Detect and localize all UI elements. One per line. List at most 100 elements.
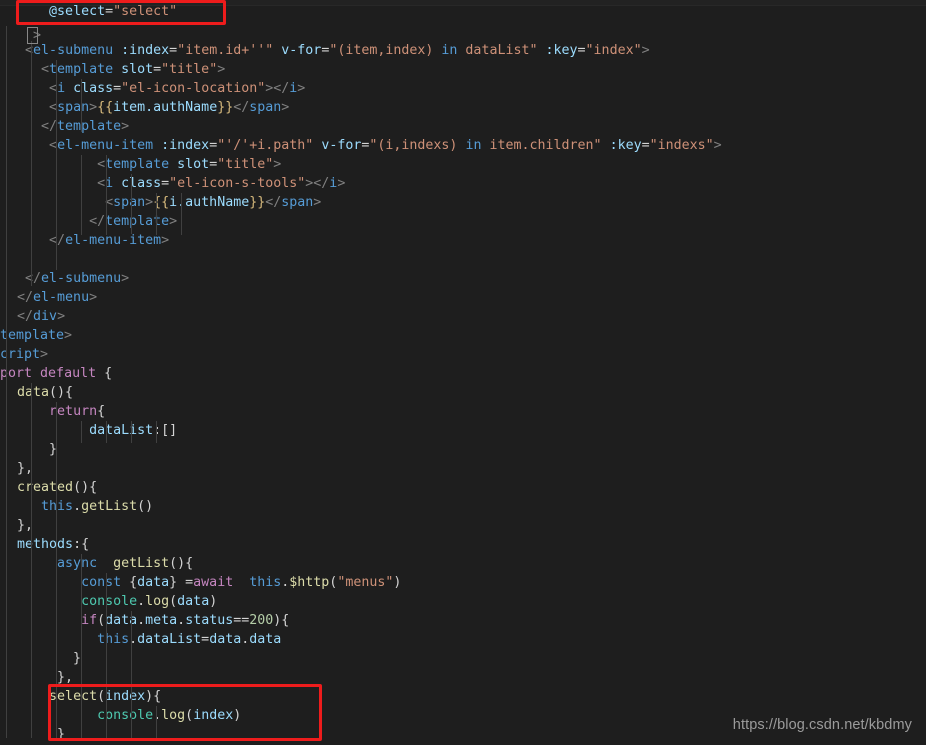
code-token: this bbox=[41, 499, 74, 514]
code-token: . bbox=[137, 613, 146, 628]
code-token: = bbox=[201, 632, 210, 647]
indent-guide bbox=[131, 611, 132, 738]
code-token: v-for bbox=[281, 43, 322, 58]
code-line: <i class="el-icon-location"></i> bbox=[0, 79, 926, 98]
indent-guide bbox=[106, 155, 107, 235]
code-text-area[interactable]: @select="select" > <el-submenu :index="i… bbox=[0, 0, 926, 745]
code-token: await bbox=[193, 575, 234, 590]
code-line: select(index){ bbox=[0, 687, 926, 706]
code-token: span bbox=[249, 100, 282, 115]
code-token: "indexs" bbox=[649, 138, 714, 153]
code-token: = bbox=[169, 43, 178, 58]
code-token: </ bbox=[89, 214, 106, 229]
code-token: getList bbox=[113, 556, 170, 571]
code-token: </ bbox=[265, 195, 282, 210]
code-line: </el-menu> bbox=[0, 288, 926, 307]
code-token: if bbox=[81, 613, 98, 628]
code-line: }, bbox=[0, 668, 926, 687]
code-line: const {data} =await this.$http("menus") bbox=[0, 573, 926, 592]
code-token: "index" bbox=[585, 43, 642, 58]
code-line: } bbox=[0, 649, 926, 668]
code-token: const bbox=[81, 575, 122, 590]
code-token: } bbox=[1, 651, 82, 666]
code-token: "select" bbox=[113, 4, 178, 19]
code-token: index bbox=[193, 708, 234, 723]
code-token: </ bbox=[49, 233, 66, 248]
code-token: class bbox=[121, 176, 162, 191]
code-token: span bbox=[113, 195, 146, 210]
code-token: item.authName bbox=[113, 100, 218, 115]
code-token: > bbox=[121, 119, 130, 134]
code-token: $http bbox=[289, 575, 330, 590]
code-token: :key bbox=[609, 138, 642, 153]
code-token: data bbox=[137, 575, 170, 590]
code-token: > bbox=[89, 290, 98, 305]
code-line: <span>{{item.authName}}</span> bbox=[0, 98, 926, 117]
code-token: } bbox=[1, 442, 58, 457]
code-line: <el-submenu :index="item.id+''" v-for="(… bbox=[0, 41, 926, 60]
code-line: <span>{{i.authName}}</span> bbox=[0, 193, 926, 212]
code-line: </div> bbox=[0, 307, 926, 326]
code-token: default bbox=[40, 366, 97, 381]
indent-guide bbox=[56, 60, 57, 270]
code-token: ( bbox=[169, 594, 178, 609]
code-token: span bbox=[281, 195, 314, 210]
code-token: > bbox=[313, 195, 322, 210]
code-token: template bbox=[105, 214, 170, 229]
code-token: > bbox=[337, 176, 346, 191]
indent-guide bbox=[156, 193, 157, 235]
code-token: </ bbox=[313, 176, 330, 191]
indent-guide bbox=[81, 155, 82, 235]
code-token: > bbox=[57, 309, 66, 324]
code-token: > bbox=[89, 100, 98, 115]
code-token: slot bbox=[121, 62, 154, 77]
code-line: </template> bbox=[0, 212, 926, 231]
code-line: template> bbox=[0, 326, 926, 345]
code-token: template bbox=[57, 119, 122, 134]
code-token: > bbox=[64, 328, 73, 343]
code-token: ){ bbox=[145, 689, 162, 704]
code-editor[interactable]: @select="select" > <el-submenu :index="i… bbox=[0, 0, 926, 745]
code-token: status bbox=[185, 613, 234, 628]
code-token: > bbox=[297, 81, 306, 96]
code-token: methods bbox=[17, 537, 74, 552]
code-token: data bbox=[249, 632, 282, 647]
code-token: ) bbox=[233, 708, 242, 723]
code-token: (){ bbox=[49, 385, 74, 400]
code-token: "el-icon-location" bbox=[121, 81, 266, 96]
code-token: "menus" bbox=[337, 575, 394, 590]
code-token: < bbox=[97, 176, 106, 191]
code-token: </ bbox=[273, 81, 290, 96]
code-token: template bbox=[105, 157, 170, 172]
code-token: el-menu bbox=[33, 290, 90, 305]
code-token: slot bbox=[177, 157, 210, 172]
code-token: meta bbox=[145, 613, 178, 628]
code-token: = bbox=[113, 81, 122, 96]
code-token: el-menu-item bbox=[57, 138, 154, 153]
code-token: (){ bbox=[169, 556, 194, 571]
code-line: <template slot="title"> bbox=[0, 60, 926, 79]
code-token: < bbox=[97, 157, 106, 172]
code-token: ) bbox=[393, 575, 402, 590]
code-token: "(item,index) bbox=[329, 43, 442, 58]
code-token: > bbox=[169, 214, 178, 229]
code-token: index bbox=[105, 689, 146, 704]
code-token: = bbox=[153, 62, 162, 77]
code-token: </ bbox=[233, 100, 250, 115]
code-token: :index bbox=[161, 138, 210, 153]
